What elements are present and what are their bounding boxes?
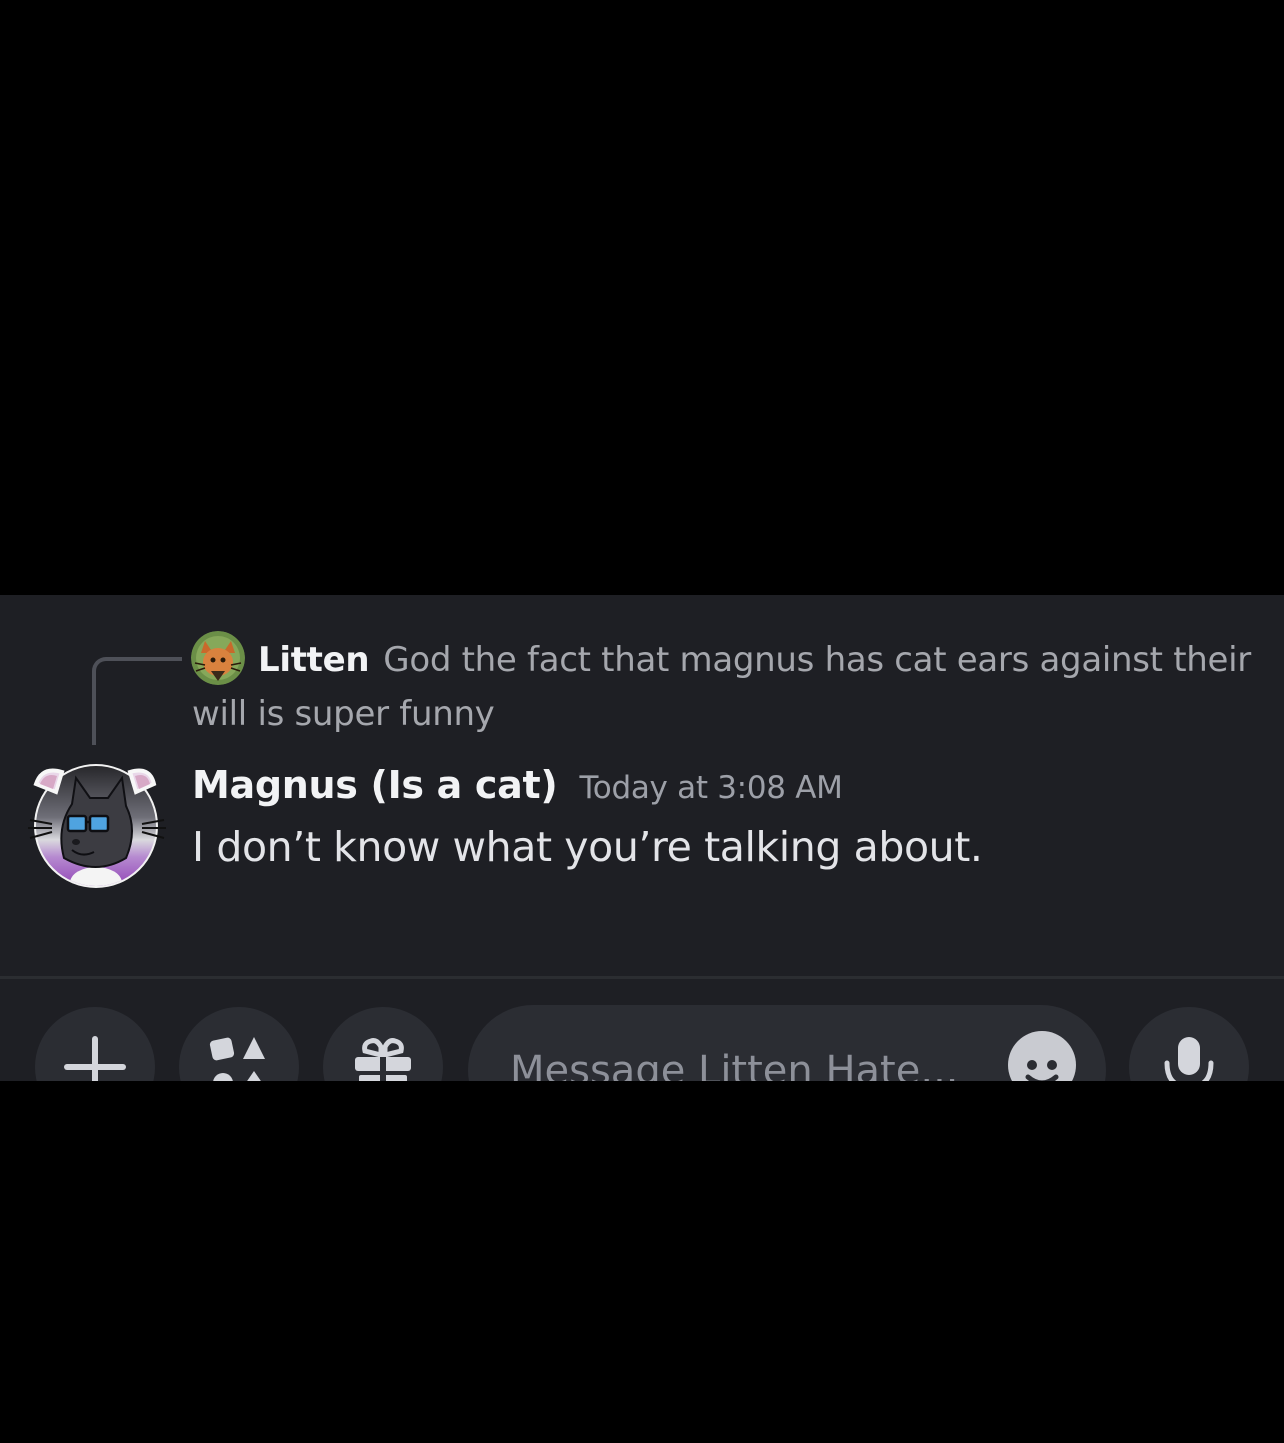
- apps-button[interactable]: [179, 1007, 299, 1081]
- message-header: Magnus (Is a cat) Today at 3:08 AM: [192, 763, 843, 807]
- replied-message-preview[interactable]: Litten God the fact that magnus has cat e…: [192, 633, 1252, 741]
- reply-connector-line: [92, 657, 182, 745]
- voice-message-button[interactable]: [1129, 1007, 1249, 1081]
- add-attachment-button[interactable]: [35, 1007, 155, 1081]
- message-text: I don’t know what you’re talking about.: [192, 823, 983, 871]
- message-input[interactable]: [510, 1041, 980, 1081]
- message-author-avatar[interactable]: [26, 758, 168, 890]
- message-composer[interactable]: [468, 1005, 1106, 1081]
- apps-icon: [209, 1037, 265, 1081]
- gift-button[interactable]: [323, 1007, 443, 1081]
- plus-icon: [64, 1036, 126, 1081]
- chat-panel: Litten God the fact that magnus has cat e…: [0, 595, 1284, 1081]
- emoji-button[interactable]: [1008, 1031, 1076, 1081]
- magnus-cat-avatar-icon: [28, 764, 166, 888]
- screen: Litten God the fact that magnus has cat e…: [0, 0, 1284, 1443]
- message-timestamp: Today at 3:08 AM: [579, 770, 843, 806]
- emoji-icon: [1025, 1060, 1059, 1081]
- gift-icon: [355, 1038, 411, 1081]
- reply-author-name[interactable]: Litten: [258, 640, 370, 680]
- composer-divider: [0, 976, 1284, 979]
- message-author-name[interactable]: Magnus (Is a cat): [192, 763, 558, 807]
- microphone-icon: [1164, 1037, 1214, 1081]
